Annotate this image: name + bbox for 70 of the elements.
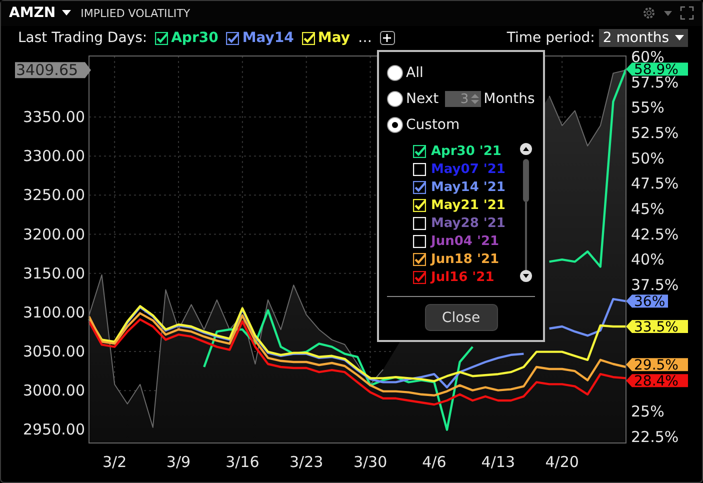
option-label: Months xyxy=(484,91,535,107)
axis-label: 3/23 xyxy=(290,452,324,471)
series-toggle-label[interactable]: May14 xyxy=(242,30,294,46)
value-tag: 33.5% xyxy=(626,319,688,336)
checkbox[interactable] xyxy=(413,270,426,284)
axis-label: 4/20 xyxy=(545,452,579,471)
close-button[interactable]: Close xyxy=(424,304,498,331)
expiry-label[interactable]: Apr30 '21 xyxy=(431,144,502,158)
option-label[interactable]: All xyxy=(406,65,424,81)
caret-icon[interactable] xyxy=(62,10,71,16)
axis-label: 2950.00 xyxy=(22,420,85,439)
toolbar-label: Last Trading Days: xyxy=(18,30,148,46)
option-label[interactable]: Next xyxy=(406,91,439,107)
value-tag: 28.4% xyxy=(626,374,688,390)
axis-label: 3150.00 xyxy=(22,264,85,282)
more-label[interactable]: … xyxy=(358,30,372,46)
radio-button[interactable] xyxy=(387,65,403,81)
expiry-label[interactable]: Jun18 '21 xyxy=(431,252,500,266)
expiry-label[interactable]: Jun04 '21 xyxy=(431,234,500,248)
expiry-label[interactable]: May21 '21 xyxy=(431,198,506,212)
axis-label: 3/2 xyxy=(102,452,127,471)
expiry-label[interactable]: May14 '21 xyxy=(431,180,506,194)
axis-label: 3250.00 xyxy=(22,186,85,204)
checkbox[interactable] xyxy=(155,32,168,45)
axis-label: 4/13 xyxy=(481,452,515,471)
series-toggle-label[interactable]: May xyxy=(318,30,350,46)
time-period-dropdown[interactable]: 2 months xyxy=(598,29,688,48)
radio-button[interactable] xyxy=(387,117,403,133)
axis-label: 3050.00 xyxy=(22,342,85,360)
checkbox[interactable] xyxy=(413,144,426,158)
axis-label: 40% xyxy=(631,250,664,269)
axis-label: 3300.00 xyxy=(22,146,85,165)
axis-label: 52.5% xyxy=(631,124,679,142)
add-button[interactable] xyxy=(380,31,395,46)
expiry-label[interactable]: May28 '21 xyxy=(431,216,506,230)
axis-label: 3/30 xyxy=(353,452,388,471)
series-toggle-label[interactable]: Apr30 xyxy=(171,30,218,46)
axis-label: 3350.00 xyxy=(22,108,85,126)
value-tag: 3409.65 xyxy=(15,60,91,79)
axis-label: 3/9 xyxy=(166,452,191,471)
axis-label: 22.5% xyxy=(631,428,679,446)
axis-label: 25% xyxy=(631,402,664,421)
axis-label: 47.5% xyxy=(631,174,679,193)
value-tag: 36% xyxy=(626,294,668,310)
checkbox[interactable] xyxy=(226,32,240,45)
axis-label: 45% xyxy=(631,200,664,218)
axis-label: 55% xyxy=(631,98,664,117)
axis-label: 50% xyxy=(631,149,664,168)
axis-label: 3100.00 xyxy=(22,303,85,322)
radio-button[interactable] xyxy=(387,91,403,107)
settings-icon[interactable] xyxy=(642,6,656,20)
axis-label: 3200.00 xyxy=(22,225,85,244)
time-period-label: Time period: xyxy=(506,30,595,46)
checkbox[interactable] xyxy=(413,252,426,266)
plus-icon xyxy=(383,34,392,42)
caret-icon xyxy=(675,35,684,42)
checkbox[interactable] xyxy=(413,180,426,194)
axis-label: 37.5% xyxy=(631,276,679,294)
chart-title: IMPLIED VOLATILITY xyxy=(80,6,190,20)
axis-label: 3000.00 xyxy=(22,382,85,400)
axis-label: 42.5% xyxy=(631,225,679,244)
spinner-arrows-icon xyxy=(470,93,479,105)
symbol-label[interactable]: AMZN xyxy=(9,5,56,22)
fullscreen-icon[interactable] xyxy=(680,6,694,20)
value-tag: 29.5% xyxy=(626,358,688,374)
expiry-label[interactable]: Jul16 '21 xyxy=(431,270,494,284)
axis-label: 4/6 xyxy=(422,452,446,471)
axis-label: 3/16 xyxy=(226,452,260,471)
scrollbar[interactable] xyxy=(518,142,534,284)
option-label[interactable]: Custom xyxy=(406,117,460,133)
